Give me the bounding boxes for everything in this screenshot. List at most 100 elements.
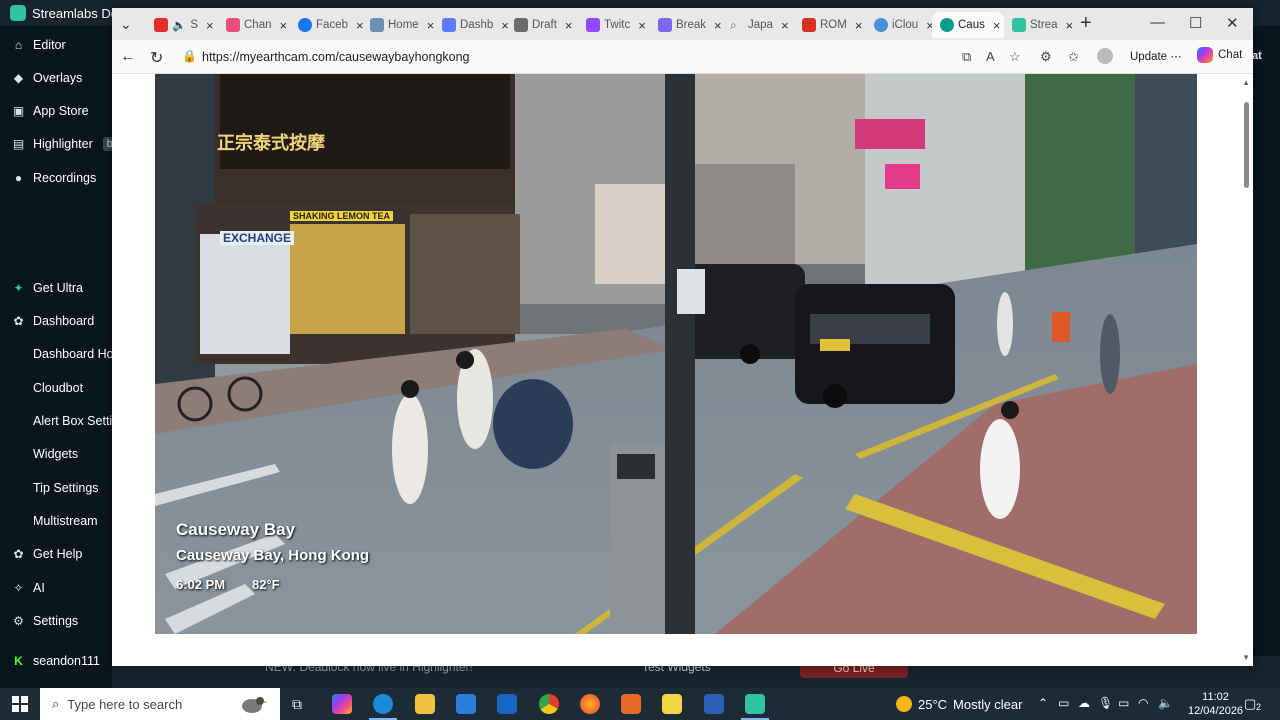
sidebar-item-get-ultra[interactable]: ✦ Get Ultra bbox=[12, 281, 83, 295]
search-highlight-bird-icon bbox=[242, 697, 268, 713]
tab-facebook[interactable]: Faceb × bbox=[290, 12, 364, 38]
sidebar-item-tip-settings[interactable]: Tip Settings bbox=[33, 481, 99, 495]
sidebar-item-overlays[interactable]: ◆ Overlays bbox=[12, 71, 82, 85]
streamlabs-taskbar-icon[interactable] bbox=[745, 694, 765, 714]
app-available-icon[interactable]: ⧉ bbox=[962, 49, 971, 65]
close-tab-icon[interactable]: × bbox=[714, 18, 722, 33]
sidebar-item-alert-box[interactable]: Alert Box Settin bbox=[33, 414, 119, 428]
sidebar-item-ai[interactable]: ✧ AI bbox=[12, 580, 44, 595]
sidebar-item-settings[interactable]: ⚙ Settings bbox=[12, 614, 78, 628]
scrollbar-thumb[interactable] bbox=[1244, 102, 1249, 188]
tab-channel[interactable]: Chan × bbox=[218, 12, 290, 38]
sidebar-item-app-store[interactable]: ▣ App Store bbox=[12, 104, 89, 118]
meet-now-icon[interactable]: ▭ bbox=[1058, 696, 1069, 710]
tab-twitch[interactable]: Twitc × bbox=[578, 12, 650, 38]
scroll-down-arrow-icon[interactable]: ▼ bbox=[1242, 653, 1250, 662]
close-tab-icon[interactable]: × bbox=[1066, 18, 1074, 33]
tab-break[interactable]: Break × bbox=[650, 12, 722, 38]
show-hidden-icons-chevron-icon[interactable]: ⌃ bbox=[1038, 696, 1048, 710]
tab-draft[interactable]: Draft × bbox=[506, 12, 578, 38]
sidebar-item-dashboard[interactable]: ✿ Dashboard bbox=[12, 314, 94, 328]
sidebar-item-multistream[interactable]: Multistream bbox=[33, 514, 98, 528]
speaker-icon[interactable]: 🔈 bbox=[172, 18, 186, 32]
firefox-icon[interactable] bbox=[580, 694, 600, 714]
tab-gmail[interactable]: ROM × bbox=[794, 12, 866, 38]
microsoft-store-icon[interactable] bbox=[456, 694, 476, 714]
webcam-video[interactable]: 正宗泰式按摩 EXCHANGE SHAKING LEMON TEA Causew… bbox=[155, 74, 1197, 634]
copilot-icon bbox=[1197, 47, 1213, 63]
refresh-button[interactable]: ↻ bbox=[150, 48, 163, 68]
tab-actions-icon[interactable]: ⌄ bbox=[120, 16, 132, 33]
favorite-star-icon[interactable]: ☆ bbox=[1009, 49, 1021, 65]
word-icon[interactable] bbox=[704, 694, 724, 714]
volume-icon[interactable]: 🔈 bbox=[1158, 696, 1173, 710]
icloud-icon bbox=[874, 18, 888, 32]
new-tab-button[interactable]: + bbox=[1080, 12, 1092, 35]
sidebar-item-widgets[interactable]: Widgets bbox=[33, 447, 78, 461]
url-text[interactable]: https://myearthcam.com/causewaybayhongko… bbox=[202, 50, 470, 64]
twitch-icon bbox=[586, 18, 600, 32]
sidebar-item-account[interactable]: Kseandon111 bbox=[12, 654, 100, 668]
close-tab-icon[interactable]: × bbox=[638, 18, 646, 33]
highlighter-icon: ▤ bbox=[12, 136, 25, 151]
notification-center-icon[interactable]: ▢ bbox=[1244, 696, 1256, 712]
close-tab-icon[interactable]: × bbox=[206, 18, 214, 33]
minimize-button[interactable]: — bbox=[1150, 14, 1165, 31]
tab-home[interactable]: Home × bbox=[362, 12, 434, 38]
copilot-taskbar-icon[interactable] bbox=[332, 694, 352, 714]
outlook-icon[interactable] bbox=[497, 694, 517, 714]
profile-avatar[interactable] bbox=[1097, 48, 1113, 64]
battery-icon[interactable]: ▭ bbox=[1118, 696, 1129, 710]
weather-moon-icon bbox=[896, 696, 912, 712]
favorites-icon[interactable]: ✩ bbox=[1068, 49, 1079, 65]
update-button[interactable]: Update ⋯ bbox=[1130, 49, 1182, 63]
chrome-icon[interactable] bbox=[539, 694, 559, 714]
edge-taskbar-icon[interactable] bbox=[373, 694, 393, 714]
tab-icloud[interactable]: iClou × bbox=[866, 12, 938, 38]
scroll-up-arrow-icon[interactable]: ▲ bbox=[1242, 78, 1250, 87]
weather-widget[interactable]: 25°C Mostly clear bbox=[896, 696, 1022, 712]
file-explorer-icon[interactable] bbox=[415, 694, 435, 714]
tab-streamlabs[interactable]: Strea × bbox=[1004, 12, 1076, 38]
extensions-icon[interactable]: ⚙ bbox=[1040, 49, 1052, 65]
search-icon: ⌕ bbox=[52, 696, 60, 711]
facebook-icon bbox=[298, 18, 312, 32]
ai-icon: ✧ bbox=[13, 580, 24, 595]
brave-icon[interactable] bbox=[621, 694, 641, 714]
tab-japan[interactable]: ⌕ Japa × bbox=[722, 12, 794, 38]
help-icon: ✿ bbox=[13, 546, 24, 561]
wifi-icon[interactable]: ◠ bbox=[1138, 696, 1148, 710]
sidebar-item-highlighter[interactable]: ▤Highlighterbe bbox=[12, 136, 124, 151]
store-icon: ▣ bbox=[12, 103, 25, 118]
onedrive-icon[interactable]: ☁ bbox=[1078, 696, 1090, 710]
close-tab-icon[interactable]: × bbox=[993, 18, 1001, 33]
close-tab-icon[interactable]: × bbox=[280, 18, 288, 33]
sidebar-item-dashboard-home[interactable]: Dashboard Hor bbox=[33, 347, 118, 361]
maximize-button[interactable]: ☐ bbox=[1189, 14, 1202, 32]
lock-icon[interactable]: 🔒 bbox=[182, 49, 197, 63]
windows-start-icon[interactable] bbox=[12, 696, 28, 712]
dashboard-tab-icon bbox=[442, 18, 456, 32]
copilot-chat-button[interactable]: Chat bbox=[1197, 47, 1242, 63]
close-tab-icon[interactable]: × bbox=[855, 18, 863, 33]
task-view-icon[interactable]: ⧉ bbox=[292, 696, 302, 713]
earthcam-icon bbox=[940, 18, 954, 32]
close-tab-icon[interactable]: × bbox=[565, 18, 573, 33]
taskbar-search-box[interactable]: ⌕ Type here to search bbox=[40, 688, 280, 720]
close-tab-icon[interactable]: × bbox=[781, 18, 789, 33]
tab-causeway-bay[interactable]: Caus × bbox=[932, 12, 1004, 38]
back-button[interactable]: ← bbox=[120, 48, 136, 66]
sticky-notes-icon[interactable] bbox=[662, 694, 682, 714]
microphone-icon[interactable]: 🎙 bbox=[1098, 696, 1113, 710]
close-window-button[interactable]: ✕ bbox=[1226, 14, 1239, 32]
read-aloud-icon[interactable]: A bbox=[986, 49, 995, 64]
tab-youtube[interactable]: 🔈 S × bbox=[146, 12, 218, 38]
streamlabs-logo-icon bbox=[10, 5, 26, 21]
sidebar-item-cloudbot[interactable]: Cloudbot bbox=[33, 381, 83, 395]
taskbar-clock[interactable]: 11:02 12/04/2026 bbox=[1188, 690, 1243, 718]
sidebar-item-recordings[interactable]: ● Recordings bbox=[12, 171, 96, 185]
sidebar-item-get-help[interactable]: ✿ Get Help bbox=[12, 547, 82, 561]
sidebar-item-editor[interactable]: ⌂ Editor bbox=[12, 38, 66, 52]
tab-dashboard[interactable]: Dashb × bbox=[434, 12, 509, 38]
address-bar[interactable]: 🔒 https://myearthcam.com/causewaybayhong… bbox=[174, 44, 1054, 70]
